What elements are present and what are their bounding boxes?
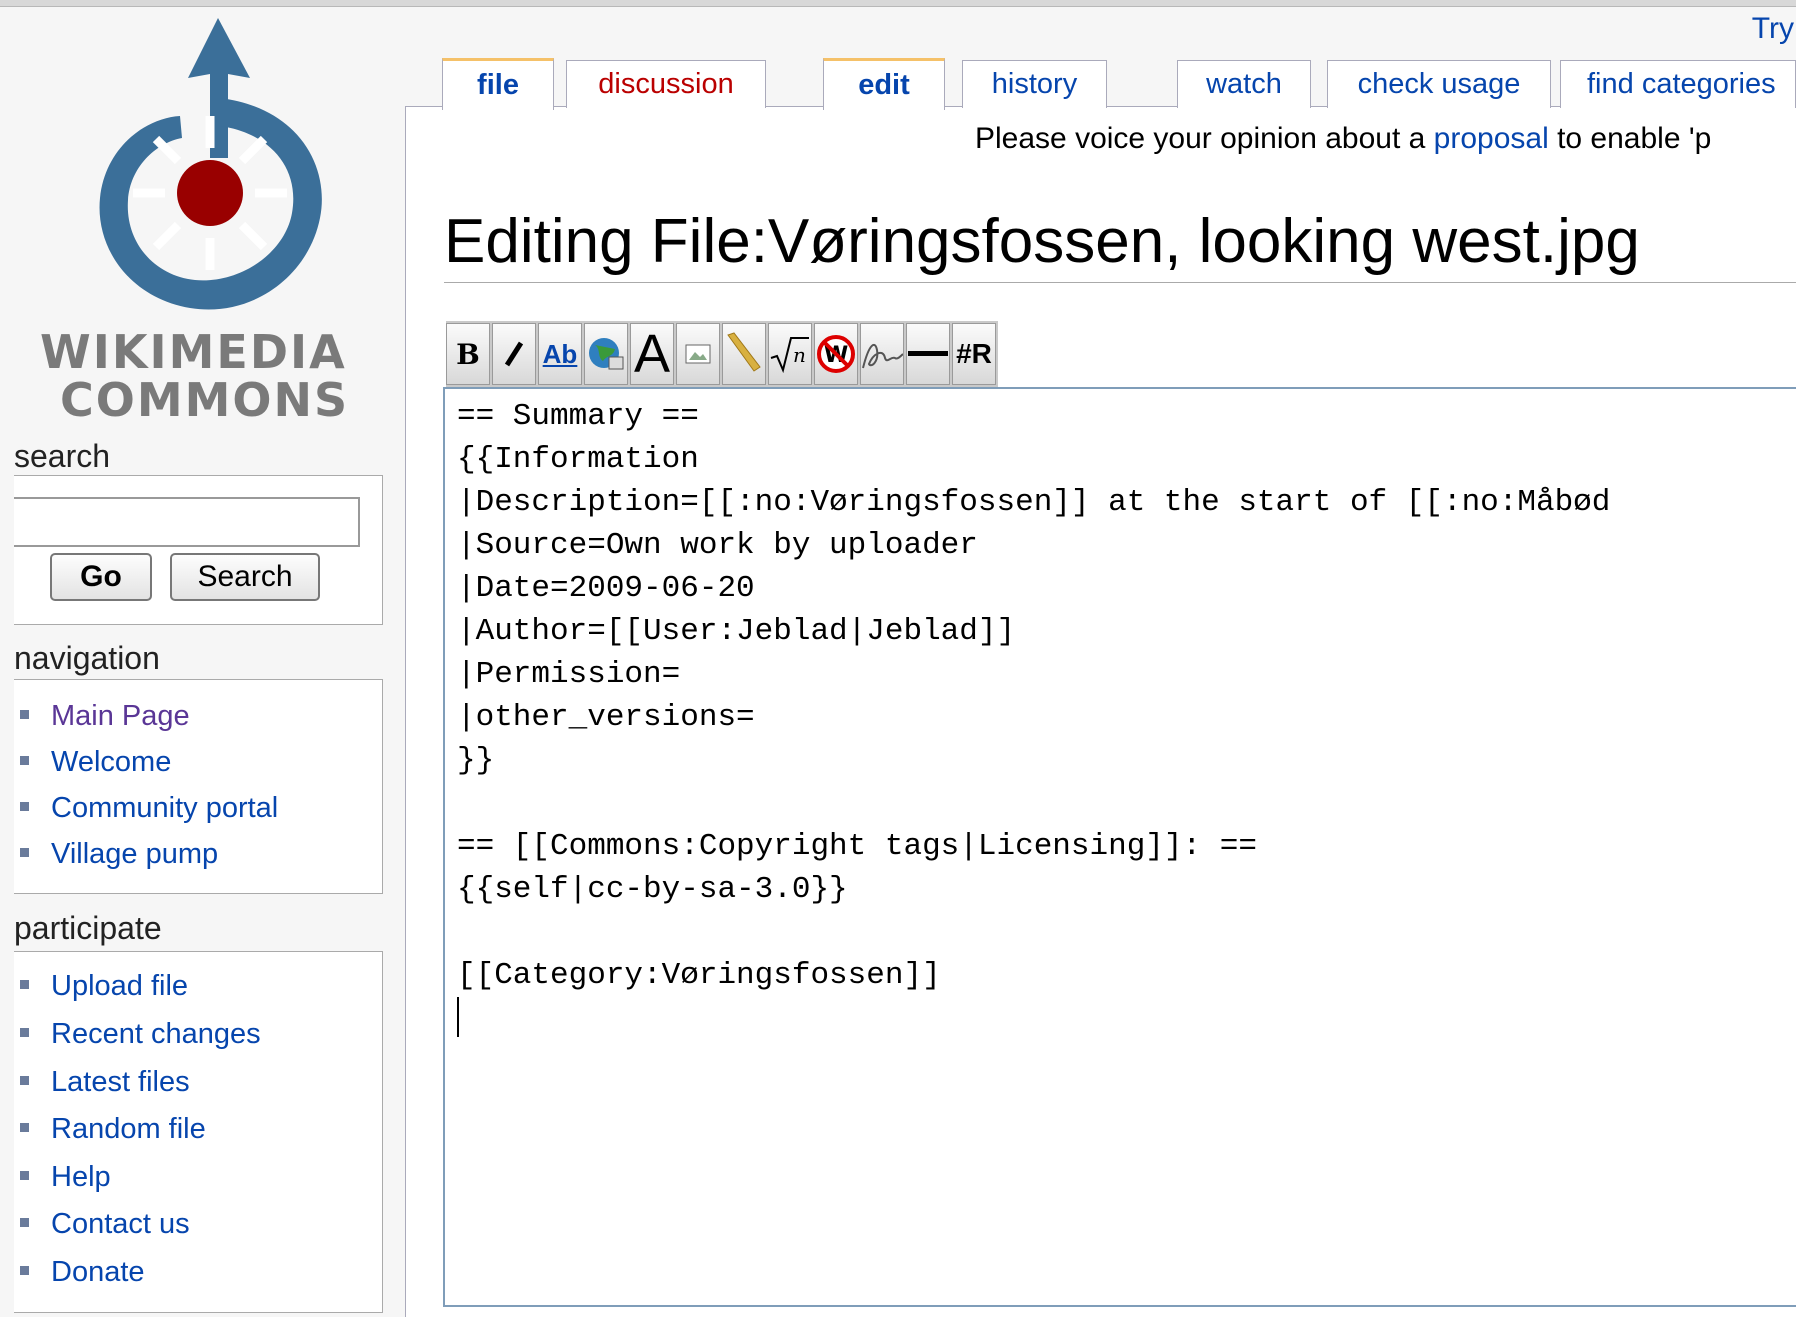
redirect-icon[interactable]: #R bbox=[952, 323, 996, 385]
editor-line: |Description=[[:no:Vøringsfossen]] at th… bbox=[457, 485, 1611, 520]
nav-item-community-portal[interactable]: Community portal bbox=[20, 792, 278, 825]
editor-line: == [[Commons:Copyright tags|Licensing]]:… bbox=[457, 829, 1257, 864]
image-icon[interactable] bbox=[676, 323, 720, 385]
svg-text:n: n bbox=[793, 343, 806, 367]
bold-icon[interactable]: B bbox=[446, 323, 490, 385]
navigation-title: navigation bbox=[14, 640, 160, 676]
browser-top-edge bbox=[0, 0, 1796, 7]
signature-glyph bbox=[862, 343, 903, 369]
headline-glyph: A bbox=[633, 324, 671, 384]
bullet-icon bbox=[20, 1217, 29, 1227]
logo-line-2: COMMONS bbox=[60, 373, 350, 427]
italic-glyph bbox=[504, 341, 524, 367]
bullet-icon bbox=[20, 847, 29, 857]
notice-text-tail: to enable 'p bbox=[1548, 122, 1712, 155]
editor-line: {{Information bbox=[457, 442, 699, 477]
bullet-icon bbox=[20, 801, 29, 811]
nav-item-label: Upload file bbox=[51, 970, 189, 1002]
tab-watch[interactable]: watch bbox=[1177, 60, 1311, 108]
editor-line: |Source=Own work by uploader bbox=[457, 528, 978, 563]
redirect-glyph: #R bbox=[956, 338, 992, 369]
nav-item-main-page[interactable]: Main Page bbox=[20, 700, 190, 733]
editor-line: [[Category:Vøringsfossen]] bbox=[457, 958, 941, 993]
tab-file[interactable]: file bbox=[442, 58, 554, 110]
internal-link-glyph: Ab bbox=[542, 338, 578, 369]
page-title: Editing File:Vøringsfossen, looking west… bbox=[444, 207, 1640, 276]
editor-line: |Author=[[User:Jeblad|Jeblad]] bbox=[457, 614, 1016, 649]
participate-title: participate bbox=[14, 910, 162, 946]
bullet-icon bbox=[20, 1075, 29, 1085]
nav-item-village-pump[interactable]: Village pump bbox=[20, 838, 218, 871]
wikitext-editor[interactable]: == Summary == {{Information |Description… bbox=[443, 387, 1796, 1307]
nav-item-recent-changes[interactable]: Recent changes bbox=[20, 1018, 261, 1051]
search-input[interactable] bbox=[14, 497, 360, 547]
nowiki-glyph: W bbox=[817, 335, 855, 373]
proposal-link[interactable]: proposal bbox=[1434, 122, 1549, 155]
nav-item-label: Main Page bbox=[51, 700, 190, 732]
headline-icon[interactable]: A bbox=[630, 323, 674, 385]
nowiki-icon[interactable]: W bbox=[814, 323, 858, 385]
sqrt-glyph: n bbox=[770, 337, 809, 374]
bullet-icon bbox=[20, 1265, 29, 1275]
text-caret bbox=[457, 997, 459, 1037]
nav-item-label: Village pump bbox=[51, 838, 219, 870]
tab-history[interactable]: history bbox=[962, 60, 1107, 108]
commons-logo-icon bbox=[99, 18, 322, 310]
bullet-icon bbox=[20, 1122, 29, 1132]
try-link[interactable]: Try bbox=[1752, 12, 1794, 46]
internal-link-icon[interactable]: Ab bbox=[538, 323, 582, 385]
bullet-icon bbox=[20, 755, 29, 765]
math-icon[interactable]: n bbox=[768, 323, 812, 385]
nav-item-random-file[interactable]: Random file bbox=[20, 1113, 206, 1146]
external-link-icon[interactable] bbox=[584, 323, 628, 385]
editor-line: == Summary == bbox=[457, 399, 699, 434]
title-divider bbox=[444, 282, 1796, 283]
nav-item-label: Help bbox=[51, 1161, 111, 1193]
editor-line: |Permission= bbox=[457, 657, 681, 692]
edit-toolbar: B Ab A n W #R bbox=[446, 321, 998, 387]
tab-find-categories[interactable]: find categories bbox=[1560, 60, 1796, 108]
bullet-icon bbox=[20, 709, 29, 719]
tab-discussion[interactable]: discussion bbox=[566, 60, 766, 108]
tab-edit[interactable]: edit bbox=[823, 58, 945, 110]
editor-line: }} bbox=[457, 743, 495, 778]
image-glyph bbox=[685, 344, 711, 364]
nav-item-label: Welcome bbox=[51, 746, 172, 778]
logo-line-1: WIKIMEDIA bbox=[40, 325, 347, 379]
wikimedia-commons-logo[interactable]: WIKIMEDIA COMMONS bbox=[30, 8, 360, 424]
editor-line: {{self|cc-by-sa-3.0}} bbox=[457, 872, 848, 907]
tab-check-usage[interactable]: check usage bbox=[1327, 60, 1551, 108]
trumpet-glyph bbox=[727, 332, 761, 372]
nav-item-welcome[interactable]: Welcome bbox=[20, 746, 171, 779]
nav-item-label: Contact us bbox=[51, 1208, 190, 1240]
nav-item-label: Recent changes bbox=[51, 1018, 261, 1050]
bullet-icon bbox=[20, 979, 29, 989]
globe-glyph bbox=[589, 338, 624, 370]
nav-item-help[interactable]: Help bbox=[20, 1161, 111, 1194]
site-notice: Please voice your opinion about a propos… bbox=[975, 122, 1711, 156]
nav-item-upload-file[interactable]: Upload file bbox=[20, 970, 188, 1003]
nav-item-label: Random file bbox=[51, 1113, 206, 1145]
media-icon[interactable] bbox=[722, 323, 766, 385]
bold-glyph: B bbox=[456, 337, 480, 371]
bullet-icon bbox=[20, 1170, 29, 1180]
nav-item-contact-us[interactable]: Contact us bbox=[20, 1208, 190, 1241]
horizontal-line-icon[interactable] bbox=[906, 323, 950, 385]
nav-item-donate[interactable]: Donate bbox=[20, 1256, 145, 1289]
signature-icon[interactable] bbox=[860, 323, 904, 385]
nav-item-label: Latest files bbox=[51, 1066, 190, 1098]
nav-item-latest-files[interactable]: Latest files bbox=[20, 1066, 190, 1099]
notice-text: Please voice your opinion about a bbox=[975, 122, 1434, 155]
editor-line: |other_versions= bbox=[457, 700, 755, 735]
nav-item-label: Donate bbox=[51, 1256, 145, 1288]
nav-item-label: Community portal bbox=[51, 792, 279, 824]
bullet-icon bbox=[20, 1027, 29, 1037]
hr-glyph bbox=[908, 351, 948, 356]
italic-icon[interactable] bbox=[492, 323, 536, 385]
go-button[interactable]: Go bbox=[50, 553, 152, 601]
search-title: search bbox=[14, 438, 111, 474]
search-button[interactable]: Search bbox=[170, 553, 320, 601]
editor-line: |Date=2009-06-20 bbox=[457, 571, 755, 606]
logo-wordmark: WIKIMEDIA COMMONS bbox=[40, 328, 370, 424]
